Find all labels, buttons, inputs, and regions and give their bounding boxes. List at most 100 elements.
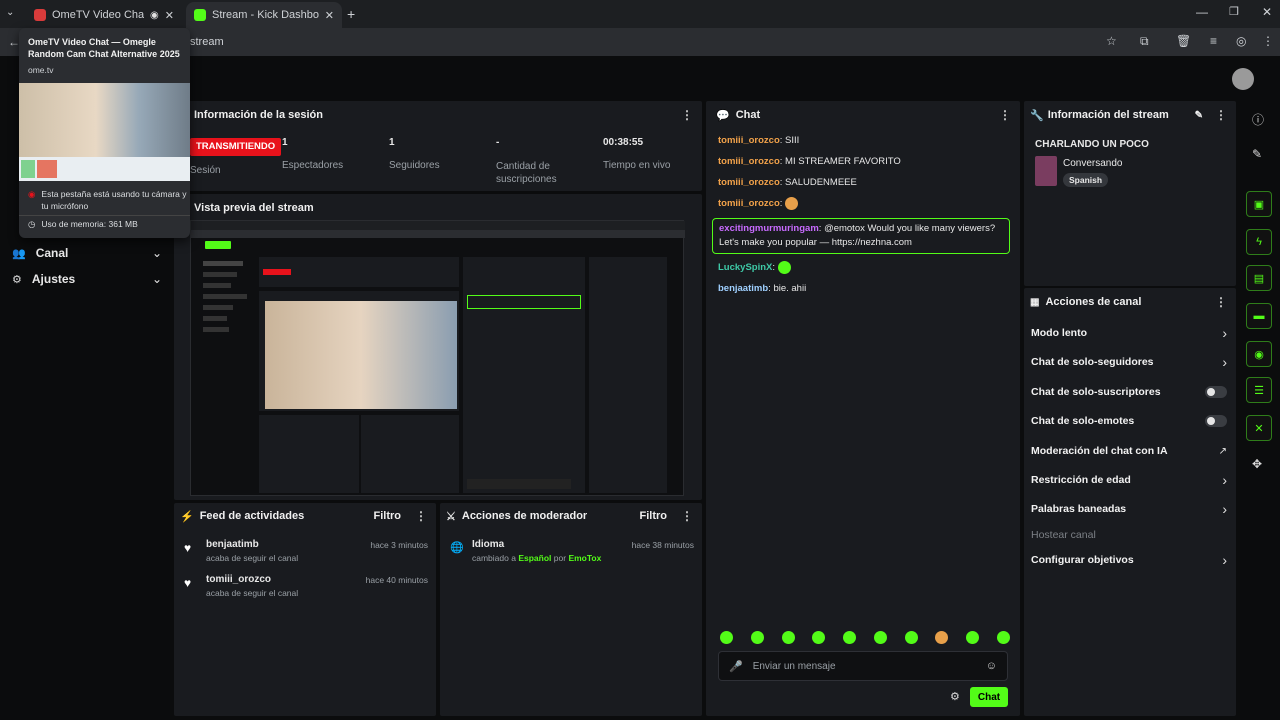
action-age-restriction[interactable]: Restricción de edad › — [1031, 471, 1227, 489]
layout-icon[interactable]: ☰ — [1246, 377, 1272, 403]
grid-icon: ▦ — [1030, 296, 1040, 308]
sidebar-item-canal[interactable]: 👥 Canal ⌄ — [12, 244, 162, 262]
live-badge: TRANSMITIENDO — [190, 138, 282, 156]
tab-kick[interactable]: Stream - Kick Dashboard ✕ — [186, 2, 342, 28]
action-followers-only[interactable]: Chat de solo-seguidores › — [1031, 353, 1227, 371]
chat-input[interactable]: 🎤 Enviar un mensaje ☺ — [718, 651, 1008, 681]
trash-icon[interactable]: 🗑 — [1176, 34, 1191, 48]
filter-button[interactable]: Filtro — [640, 510, 668, 522]
preview-session-panel — [259, 257, 459, 287]
action-modo-lento[interactable]: Modo lento › — [1031, 324, 1227, 342]
emote-icon[interactable] — [812, 631, 826, 644]
chat-username[interactable]: LuckySpinX — [718, 262, 772, 273]
maximize-icon[interactable]: ❐ — [1229, 5, 1239, 18]
emote-icon[interactable] — [750, 631, 764, 644]
chat-username[interactable]: excitingmurmuringam — [719, 223, 819, 234]
chat-username[interactable]: tomiii_orozco — [718, 177, 780, 188]
emote-icon[interactable] — [966, 631, 980, 644]
media-icon[interactable]: ≡ — [1210, 34, 1217, 48]
panel-title: Chat — [735, 109, 761, 121]
browser-tab-bar: ⌄ OmeTV Video Chat — Ome ◉ ✕ Stream - Ki… — [0, 0, 1280, 28]
url-field[interactable]: stream — [190, 32, 1130, 52]
session-label: Sesión — [190, 165, 221, 176]
more-options-icon[interactable]: ⋮ — [999, 108, 1011, 122]
emote-icon[interactable] — [904, 631, 918, 644]
globe-icon: 🌐 — [450, 542, 464, 554]
bookmark-star-icon[interactable]: ☆ — [1106, 34, 1117, 48]
activity-user[interactable]: tomiii_orozco — [206, 574, 271, 585]
tab-ometv[interactable]: OmeTV Video Chat — Ome ◉ ✕ — [26, 2, 182, 28]
more-options-icon[interactable]: ⋮ — [681, 108, 693, 122]
pencil-icon[interactable]: ✎ — [1252, 147, 1262, 161]
browser-menu-icon[interactable]: ⋮ — [1262, 34, 1274, 48]
chat-settings-gear-icon[interactable]: ⚙ — [950, 690, 960, 703]
chat-message: tomiii_orozco: SALUDENMEEE — [718, 177, 857, 188]
more-options-icon[interactable]: ⋮ — [681, 509, 693, 523]
emotes-only-toggle[interactable] — [1205, 415, 1227, 427]
tab-list-icon[interactable]: ⌄ — [6, 7, 20, 21]
edit-pencil-icon[interactable]: ✎ — [1195, 110, 1203, 121]
language-tag[interactable]: Spanish — [1063, 173, 1109, 187]
heart-icon: ♥ — [184, 576, 192, 590]
action-subscribers-only: Chat de solo-suscriptores — [1031, 383, 1227, 401]
message-icon[interactable]: ▬ — [1246, 303, 1272, 329]
preview-red-block — [37, 160, 57, 178]
stat-subscriptions: - Cantidad de suscripciones — [496, 137, 596, 186]
send-chat-button[interactable]: Chat — [970, 687, 1008, 707]
emoji-picker-icon[interactable]: ☺ — [986, 660, 997, 672]
info-icon[interactable]: ⓘ — [1252, 111, 1264, 128]
camera-icon[interactable]: ▣ — [1246, 191, 1272, 217]
more-options-icon[interactable]: ⋮ — [1215, 295, 1227, 309]
emote-icon[interactable] — [843, 631, 857, 644]
emote-icon[interactable] — [720, 631, 733, 644]
close-tab-icon[interactable]: ✕ — [325, 9, 334, 22]
stream-title: CHARLANDO UN POCO — [1035, 139, 1149, 150]
microphone-icon[interactable]: 🎤 — [729, 660, 743, 673]
sidebar-item-ajustes[interactable]: ⚙ Ajustes ⌄ — [12, 270, 162, 288]
extensions-icon[interactable]: ⧉ — [1140, 34, 1149, 49]
action-ai-moderation[interactable]: Moderación del chat con IA ↗ — [1031, 442, 1227, 460]
action-banned-words[interactable]: Palabras baneadas › — [1031, 500, 1227, 518]
action-label: Modo lento — [1031, 327, 1087, 339]
chat-text: SIII — [785, 135, 800, 146]
preview-moderator-panel — [361, 415, 459, 493]
panel-title: Vista previa del stream — [194, 202, 314, 214]
avatar[interactable] — [1232, 68, 1254, 90]
emote-icon[interactable] — [781, 631, 795, 644]
profile-icon[interactable]: ◎ — [1236, 34, 1246, 48]
category-name[interactable]: Conversando — [1063, 158, 1122, 169]
new-tab-icon[interactable]: + — [347, 6, 355, 22]
action-label: Chat de solo-emotes — [1031, 415, 1135, 427]
tools-icon[interactable]: ✕ — [1246, 415, 1272, 441]
emote-icon[interactable] — [873, 631, 887, 644]
chat-messages: tomiii_orozco: SIII tomiii_orozco: MI ST… — [712, 134, 1010, 303]
chat-username[interactable]: tomiii_orozco — [718, 135, 780, 146]
clipboard-icon[interactable]: ▤ — [1246, 265, 1272, 291]
emote-icon[interactable] — [996, 631, 1010, 644]
panel-header: 💬 Chat ⋮ — [706, 101, 1020, 129]
sidebar-item-label: Canal — [35, 246, 69, 260]
apps-icon[interactable]: ✥ — [1252, 457, 1262, 471]
broadcast-icon[interactable]: ◉ — [1246, 341, 1272, 367]
stat-label: Tiempo en vivo — [603, 160, 671, 171]
minimize-icon[interactable]: — — [1196, 5, 1208, 19]
emote-icon[interactable] — [935, 631, 949, 644]
chat-username[interactable]: tomiii_orozco — [718, 156, 780, 167]
more-options-icon[interactable]: ⋮ — [415, 509, 427, 523]
chat-username[interactable]: benjaatimb — [718, 283, 768, 294]
subscribers-only-toggle[interactable] — [1205, 386, 1227, 398]
chat-username[interactable]: tomiii_orozco — [718, 198, 780, 209]
filter-button[interactable]: Filtro — [374, 510, 402, 522]
sword-icon: ⚔ — [446, 510, 456, 523]
panel-title: Información de la sesión — [194, 109, 323, 121]
activity-user[interactable]: benjaatimb — [206, 539, 259, 550]
action-configure-goals[interactable]: Configurar objetivos › — [1031, 551, 1227, 569]
lightning-icon[interactable]: ϟ — [1246, 229, 1272, 255]
activity-time: hace 3 minutos — [370, 540, 428, 550]
close-window-icon[interactable]: ✕ — [1262, 5, 1272, 19]
close-tab-icon[interactable]: ✕ — [165, 9, 174, 22]
more-options-icon[interactable]: ⋮ — [1215, 108, 1227, 122]
detail-user[interactable]: EmoTox — [568, 553, 601, 563]
chat-message: tomiii_orozco: SIII — [718, 135, 800, 146]
stat-followers: 1 Seguidores — [389, 137, 489, 171]
